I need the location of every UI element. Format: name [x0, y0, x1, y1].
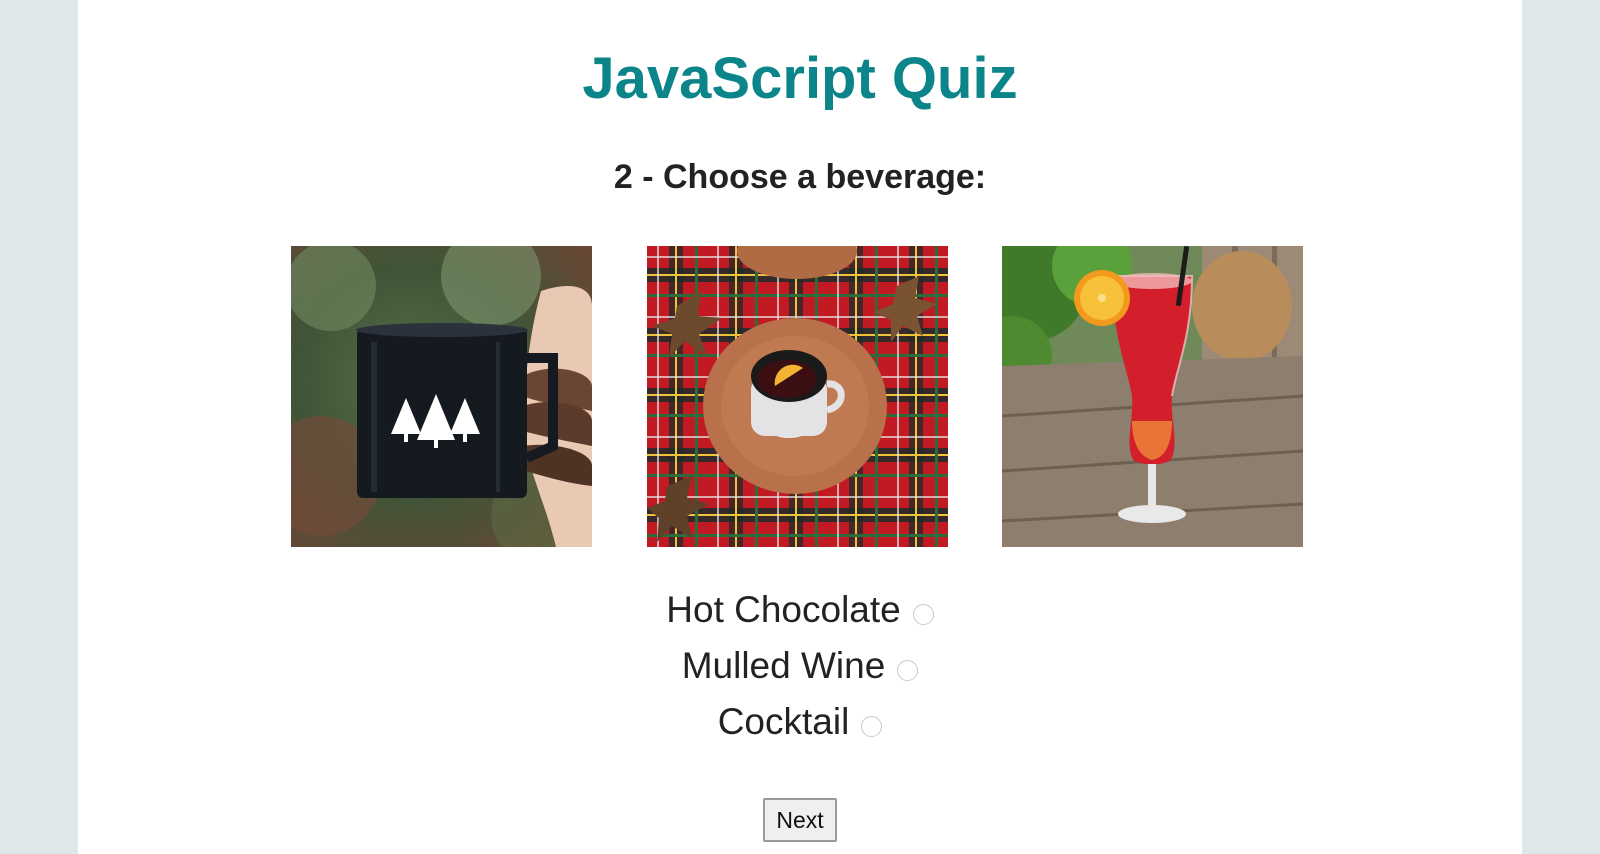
hot-chocolate-mug-photo [291, 246, 592, 547]
hot-chocolate-image [291, 246, 592, 547]
mulled-wine-cup-photo [647, 246, 948, 547]
cocktail-image [1002, 246, 1303, 547]
option-label: Mulled Wine [681, 645, 886, 686]
answer-options: Hot Chocolate Mulled Wine Cocktail [78, 582, 1522, 750]
radio-cocktail[interactable] [861, 715, 883, 737]
option-hot-chocolate[interactable]: Hot Chocolate [78, 582, 1522, 638]
radio-hot-chocolate[interactable] [912, 603, 934, 625]
quiz-panel: JavaScript Quiz 2 - Choose a beverage: H… [78, 0, 1522, 854]
question-text: 2 - Choose a beverage: [613, 158, 987, 196]
radio-mulled-wine[interactable] [897, 659, 919, 681]
mulled-wine-image [647, 246, 948, 547]
next-button[interactable]: Next [763, 798, 837, 842]
cocktail-glass-photo [1002, 246, 1303, 547]
page-title: JavaScript Quiz [582, 46, 1018, 111]
option-label: Hot Chocolate [666, 589, 901, 630]
option-mulled-wine[interactable]: Mulled Wine [78, 638, 1522, 694]
option-label: Cocktail [717, 701, 850, 742]
option-cocktail[interactable]: Cocktail [78, 694, 1522, 750]
